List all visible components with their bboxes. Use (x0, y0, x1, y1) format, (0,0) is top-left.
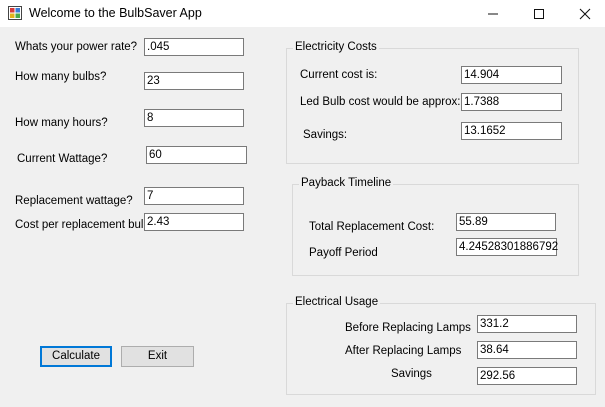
current-wattage-input[interactable]: 60 (146, 146, 247, 164)
exit-button[interactable]: Exit (121, 346, 194, 367)
payoff-period-label: Payoff Period (309, 247, 378, 259)
electricity-costs-title: Electricity Costs (293, 41, 379, 53)
calculate-button[interactable]: Calculate (40, 346, 112, 367)
before-replacing-label: Before Replacing Lamps (345, 322, 471, 334)
title-bar: Welcome to the BulbSaver App (0, 0, 605, 27)
before-replacing-output[interactable]: 331.2 (477, 315, 577, 333)
close-icon (579, 8, 591, 20)
cost-per-bulb-input[interactable]: 2.43 (144, 213, 244, 231)
close-button[interactable] (562, 0, 605, 27)
payback-timeline-title: Payback Timeline (299, 177, 394, 189)
usage-savings-label: Savings (391, 368, 432, 380)
led-cost-label: Led Bulb cost would be approx: (300, 96, 461, 108)
after-replacing-label: After Replacing Lamps (345, 345, 462, 357)
cost-savings-output[interactable]: 13.1652 (461, 122, 562, 140)
led-cost-output[interactable]: 1.7388 (461, 93, 562, 111)
after-replacing-output[interactable]: 38.64 (477, 341, 577, 359)
hours-label: How many hours? (15, 117, 108, 129)
bulbs-label: How many bulbs? (15, 71, 107, 83)
maximize-button[interactable] (516, 0, 562, 27)
bulbs-input[interactable]: 23 (144, 72, 244, 90)
electrical-usage-title: Electrical Usage (293, 296, 381, 308)
current-wattage-label: Current Wattage? (17, 153, 108, 165)
replacement-wattage-input[interactable]: 7 (144, 187, 244, 205)
cost-per-bulb-label: Cost per replacement bulb: (15, 219, 154, 231)
minimize-icon (488, 13, 498, 15)
app-icon (8, 6, 22, 20)
payoff-period-output[interactable]: 4.24528301886792 (456, 238, 558, 256)
cost-savings-label: Savings: (303, 129, 348, 141)
app-window: Welcome to the BulbSaver App Whats your … (0, 0, 605, 407)
usage-savings-output[interactable]: 292.56 (477, 367, 577, 385)
current-cost-output[interactable]: 14.904 (461, 66, 562, 84)
total-replacement-cost-label: Total Replacement Cost: (309, 221, 435, 233)
hours-input[interactable]: 8 (144, 109, 244, 127)
maximize-icon (534, 9, 544, 20)
current-cost-label: Current cost is: (300, 69, 378, 81)
replacement-wattage-label: Replacement wattage? (15, 195, 133, 207)
total-replacement-cost-output[interactable]: 55.89 (456, 213, 556, 231)
minimize-button[interactable] (470, 0, 516, 27)
window-title: Welcome to the BulbSaver App (29, 6, 202, 20)
power-rate-input[interactable]: .045 (144, 38, 244, 56)
power-rate-label: Whats your power rate? (15, 41, 138, 53)
